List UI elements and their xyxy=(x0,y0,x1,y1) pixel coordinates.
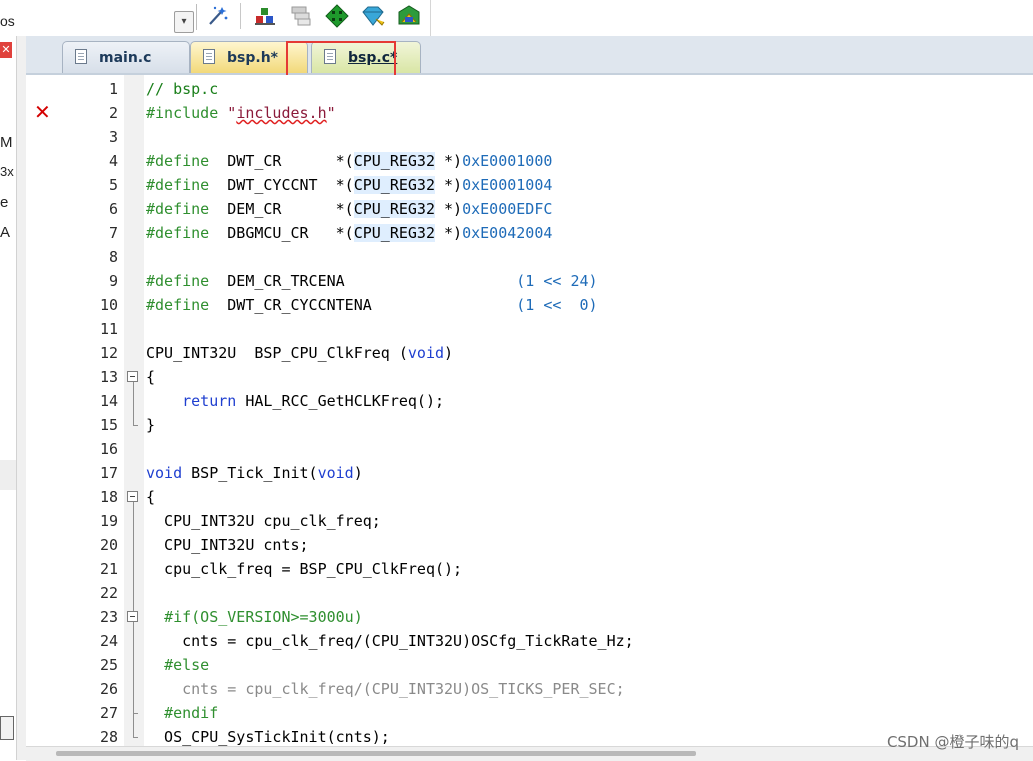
blue-gem-icon[interactable] xyxy=(360,3,386,29)
line-number: 14 xyxy=(99,392,118,410)
splitter[interactable] xyxy=(17,36,26,760)
file-icon xyxy=(324,49,336,64)
line-number: 22 xyxy=(99,584,118,602)
tab-label: bsp.h* xyxy=(227,50,278,66)
line-number: 8 xyxy=(108,248,118,266)
panel-scroll-button[interactable] xyxy=(0,716,14,740)
toolbar: os ▾ xyxy=(0,0,1033,36)
code-line[interactable]: CPU_INT32U cnts; xyxy=(146,533,309,557)
load-icon[interactable] xyxy=(252,3,278,29)
code-line[interactable]: OS_CPU_SysTickInit(cnts); xyxy=(146,725,390,746)
tab-label: main.c xyxy=(99,50,152,66)
code-line[interactable]: { xyxy=(146,485,155,509)
line-number: 28 xyxy=(99,728,118,746)
line-number: 25 xyxy=(99,656,118,674)
fold-end-mark xyxy=(133,713,138,714)
fold-guide xyxy=(133,382,134,425)
target-combo[interactable]: os ▾ xyxy=(0,4,197,33)
code-line[interactable]: #define DBGMCU_CR *(CPU_REG32 *)0xE00420… xyxy=(146,221,552,245)
code-line[interactable]: #endif xyxy=(146,701,218,725)
code-line[interactable]: #include "includes.h" xyxy=(146,101,336,125)
green-diamond-icon[interactable] xyxy=(324,3,350,29)
watermark: CSDN @橙子味的q xyxy=(886,733,1019,751)
code-line[interactable]: cnts = cpu_clk_freq/(CPU_INT32U)OSCfg_Ti… xyxy=(146,629,634,653)
code-line[interactable]: void BSP_Tick_Init(void) xyxy=(146,461,363,485)
tab-main-c[interactable]: main.c xyxy=(62,41,190,73)
toolbar-edge xyxy=(430,0,431,36)
line-number: 10 xyxy=(99,296,118,314)
line-number: 23 xyxy=(99,608,118,626)
line-number: 24 xyxy=(99,632,118,650)
code-line[interactable]: #define DWT_CR *(CPU_REG32 *)0xE0001000 xyxy=(146,149,552,173)
line-number: 15 xyxy=(99,416,118,434)
line-number: 17 xyxy=(99,464,118,482)
code-line[interactable]: #else xyxy=(146,653,209,677)
line-number: 19 xyxy=(99,512,118,530)
line-number: 26 xyxy=(99,680,118,698)
fold-guide xyxy=(133,622,134,713)
chevron-down-icon[interactable]: ▾ xyxy=(174,11,194,33)
editor-tab-bar: main.c bsp.h* bsp.c* xyxy=(26,36,1033,74)
line-number: 9 xyxy=(108,272,118,290)
code-line[interactable]: #define DWT_CR_CYCCNTENA (1 << 0) xyxy=(146,293,598,317)
fold-toggle-icon[interactable] xyxy=(127,491,138,502)
target-combo-text: os xyxy=(0,13,15,29)
tab-bsp-c[interactable]: bsp.c* xyxy=(311,41,421,73)
code-line[interactable]: CPU_INT32U BSP_CPU_ClkFreq (void) xyxy=(146,341,453,365)
code-line[interactable]: cpu_clk_freq = BSP_CPU_ClkFreq(); xyxy=(146,557,462,581)
line-number: 18 xyxy=(99,488,118,506)
panel-text-fragment: 3x xyxy=(0,164,14,179)
line-number: 6 xyxy=(108,200,118,218)
code-line[interactable]: #define DEM_CR *(CPU_REG32 *)0xE000EDFC xyxy=(146,197,552,221)
line-number: 12 xyxy=(99,344,118,362)
code-line[interactable]: CPU_INT32U cpu_clk_freq; xyxy=(146,509,381,533)
line-number: 21 xyxy=(99,560,118,578)
line-number: 16 xyxy=(99,440,118,458)
panel-text-fragment: A xyxy=(0,224,11,241)
error-marker-icon: ✕ xyxy=(34,100,51,124)
fold-toggle-icon[interactable] xyxy=(127,611,138,622)
panel-text-fragment: e xyxy=(0,194,9,211)
fold-margin[interactable] xyxy=(124,75,144,746)
code-line[interactable]: #define DWT_CYCCNT *(CPU_REG32 *)0xE0001… xyxy=(146,173,552,197)
code-line[interactable]: #define DEM_CR_TRCENA (1 << 24) xyxy=(146,269,598,293)
horizontal-scrollbar[interactable] xyxy=(26,746,1033,761)
fold-end-mark xyxy=(133,737,138,738)
fold-toggle-icon[interactable] xyxy=(127,371,138,382)
code-editor[interactable]: 1 2 3 4 5 6 7 8 9 10 11 12 13 14 15 16 17 18 19 20 21 22 23 24 2… xyxy=(26,75,1033,746)
line-number: 20 xyxy=(99,536,118,554)
close-icon[interactable]: ✕ xyxy=(0,42,12,58)
scrollbar-thumb[interactable] xyxy=(56,751,696,756)
line-number: 4 xyxy=(108,152,118,170)
line-number: 27 xyxy=(99,704,118,722)
stack-icon[interactable] xyxy=(288,3,314,29)
line-number: 1 xyxy=(108,80,118,98)
line-number-gutter[interactable]: 1 2 3 4 5 6 7 8 9 10 11 12 13 14 15 16 17 18 19 20 21 22 23 24 2… xyxy=(26,75,124,746)
file-icon xyxy=(203,49,215,64)
code-line[interactable]: { xyxy=(146,365,155,389)
tab-label: bsp.c* xyxy=(348,50,398,66)
line-number: 7 xyxy=(108,224,118,242)
panel-selection[interactable] xyxy=(0,460,16,490)
line-number: 5 xyxy=(108,176,118,194)
tab-bsp-h[interactable]: bsp.h* xyxy=(190,41,308,73)
magic-wand-icon[interactable] xyxy=(204,3,230,29)
fold-end-mark xyxy=(133,425,138,426)
line-number: 11 xyxy=(99,320,118,338)
line-number: 13 xyxy=(99,368,118,386)
line-number: 3 xyxy=(108,128,118,146)
code-line[interactable]: return HAL_RCC_GetHCLKFreq(); xyxy=(146,389,444,413)
line-number: 2 xyxy=(108,104,118,122)
code-line[interactable]: cnts = cpu_clk_freq/(CPU_INT32U)OS_TICKS… xyxy=(146,677,625,701)
code-line[interactable]: // bsp.c xyxy=(146,77,218,101)
project-panel: ✕ M 3x e A xyxy=(0,36,17,760)
file-icon xyxy=(75,49,87,64)
code-line[interactable]: } xyxy=(146,413,155,437)
code-line[interactable]: #if(OS_VERSION>=3000u) xyxy=(146,605,363,629)
debug-icon[interactable] xyxy=(396,3,422,29)
panel-text-fragment: M xyxy=(0,134,13,151)
toolbar-separator xyxy=(240,3,241,29)
